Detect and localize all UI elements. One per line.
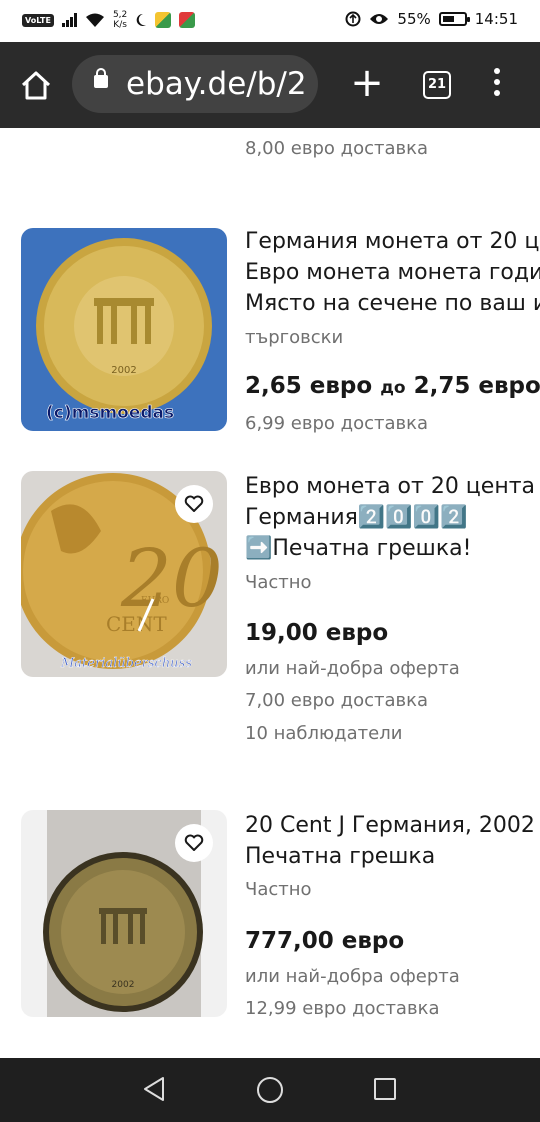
status-bar: VoLTE 5,2 K/s 55% 14:51 <box>0 0 540 42</box>
battery-icon <box>438 12 470 26</box>
listing-3-shipping: 12,99 евро доставка <box>245 998 440 1019</box>
watch-button[interactable] <box>175 485 213 523</box>
listing-2-title-line-2[interactable]: Германия2️⃣0️⃣0️⃣2️⃣ <box>245 502 467 533</box>
listing-3-title-line-2[interactable]: Печатна грешка <box>245 841 435 872</box>
listing-2-price: 19,00 евро <box>245 620 389 646</box>
listing-2-shipping: 7,00 евро доставка <box>245 690 429 711</box>
listing-2-best-offer: или най-добра оферта <box>245 658 460 679</box>
plus-icon: + <box>350 60 384 106</box>
new-tab-button[interactable]: + <box>350 63 384 103</box>
listing-2-title-line-3[interactable]: ➡️Печатна грешка! <box>245 533 471 564</box>
back-icon[interactable] <box>142 1076 166 1102</box>
image-watermark: (c)msmoedas <box>46 403 174 423</box>
listing-1-seller-type: търговски <box>245 327 344 348</box>
lock-icon <box>94 68 108 88</box>
eye-icon <box>370 14 389 24</box>
search-results: 8,00 евро доставка 2002 (c)msmoedas Герм… <box>0 128 540 1058</box>
listing-0-shipping: 8,00 евро доставка <box>245 138 429 159</box>
tab-switcher-button[interactable]: 21 <box>423 71 451 99</box>
clock: 14:51 <box>474 10 518 28</box>
listing-1-price: 2,65 евро до 2,75 евро <box>245 373 540 399</box>
listing-2-title-line-1[interactable]: Евро монета от 20 цента <box>245 471 535 502</box>
listing-2-image[interactable]: 20 CENT EURO Materialüberschuss <box>21 471 227 677</box>
status-left: VoLTE 5,2 K/s <box>22 10 196 30</box>
data-saver-icon <box>345 11 361 27</box>
price-from: 2,65 евро <box>245 373 373 399</box>
listing-1-title-line-1[interactable]: Германия монета от 20 цента <box>245 226 540 257</box>
image-watermark: Materialüberschuss <box>60 656 192 671</box>
signal-icon <box>61 13 77 27</box>
coin-year: 2002 <box>111 365 136 376</box>
listing-3-title-line-1[interactable]: 20 Cent J Германия, 2002 <box>245 810 535 841</box>
coin-unit-small: EURO <box>141 596 169 606</box>
browser-toolbar: ebay.de/b/2 + 21 <box>0 42 540 128</box>
volte-badge: VoLTE <box>22 13 54 27</box>
listing-3-image[interactable]: 2002 <box>21 810 227 1017</box>
watch-button[interactable] <box>175 824 213 862</box>
moon-icon <box>136 13 147 26</box>
listing-1-title-line-3[interactable]: Място на сечене по ваш избор <box>245 288 540 319</box>
heart-icon <box>184 495 204 512</box>
address-bar[interactable]: ebay.de/b/2 <box>72 55 318 113</box>
listing-1-image[interactable]: 2002 (c)msmoedas <box>21 228 227 431</box>
coin-image: 2002 (c)msmoedas <box>36 238 212 423</box>
listing-3-price: 777,00 евро <box>245 928 405 954</box>
home-nav-icon[interactable] <box>257 1077 283 1103</box>
system-navigation-bar <box>0 1058 540 1122</box>
wifi-icon <box>85 13 104 27</box>
coin-year: 2002 <box>112 980 135 990</box>
listing-2-seller-type: Частно <box>245 572 312 593</box>
home-icon <box>21 71 51 100</box>
network-speed: 5,2 K/s <box>113 10 127 30</box>
heart-icon <box>184 834 204 851</box>
listing-3-best-offer: или най-добра оферта <box>245 966 460 987</box>
speed-unit: K/s <box>113 20 127 30</box>
listing-1-title-line-2[interactable]: Евро монета монета година <box>245 257 540 288</box>
overflow-menu-button[interactable] <box>490 68 504 100</box>
battery-percent: 55% <box>397 10 431 28</box>
recents-icon[interactable] <box>374 1078 396 1100</box>
home-button[interactable] <box>14 64 58 108</box>
url-text[interactable]: ebay.de/b/2 <box>126 67 307 101</box>
status-right: 55% 14:51 <box>345 10 518 28</box>
app-notification-icon <box>155 12 172 28</box>
price-to: 2,75 евро <box>413 373 540 399</box>
listing-3-seller-type: Частно <box>245 879 312 900</box>
app-notification-icon-2 <box>179 12 196 28</box>
coin-unit: CENT <box>106 612 167 636</box>
speed-value: 5,2 <box>112 10 128 20</box>
listing-2-watchers: 10 наблюдатели <box>245 723 403 744</box>
price-separator: до <box>380 378 406 398</box>
listing-1-shipping: 6,99 евро доставка <box>245 413 429 434</box>
